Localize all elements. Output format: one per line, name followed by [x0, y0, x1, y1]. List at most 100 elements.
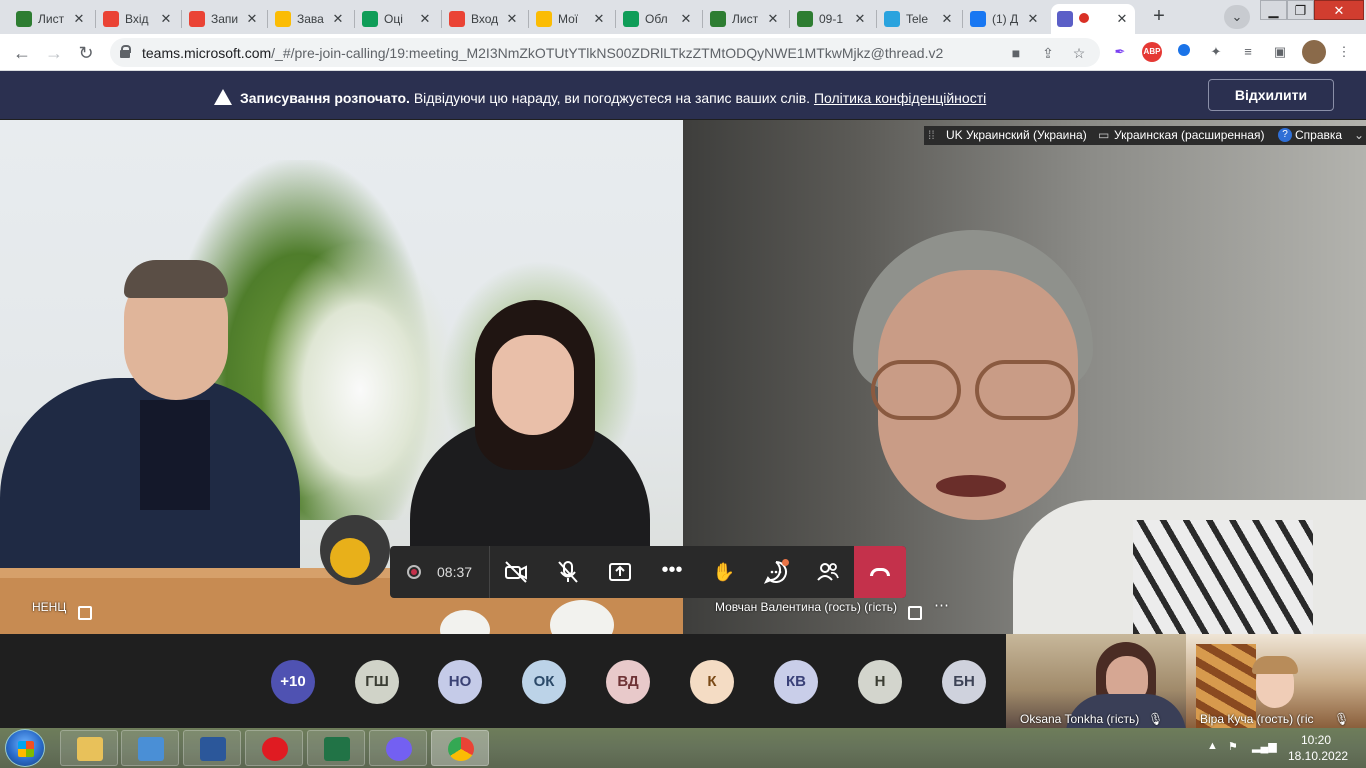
tab-search-button[interactable]: ⌄: [1224, 5, 1250, 29]
help-label[interactable]: Справка: [1295, 126, 1342, 145]
keyboard-layout[interactable]: Украинская (расширенная): [1114, 126, 1264, 145]
more-options-icon[interactable]: ⋯: [934, 596, 949, 614]
browser-tab[interactable]: Зава ✕: [269, 4, 351, 34]
divider: [489, 546, 490, 598]
close-tab-icon[interactable]: ✕: [505, 11, 519, 27]
browser-tab[interactable]: Обл ✕: [617, 4, 699, 34]
tile-name-nenc: НЕНЦ: [32, 600, 67, 614]
more-actions-button[interactable]: •••: [659, 559, 685, 585]
bookmark-star-icon[interactable]: ☆: [1070, 44, 1088, 62]
start-button[interactable]: [5, 729, 45, 767]
opera-taskbar-button[interactable]: [245, 730, 303, 766]
network-flag-icon[interactable]: ⚑: [1228, 740, 1238, 753]
facebook-icon: [970, 11, 986, 27]
close-tab-icon[interactable]: ✕: [940, 11, 954, 27]
system-clock[interactable]: 10:20 18.10.2022: [1288, 732, 1348, 764]
call-timer: 08:37: [437, 564, 473, 580]
participant-avatar[interactable]: БН: [942, 660, 986, 704]
pen-extension-icon[interactable]: ✒: [1110, 42, 1130, 62]
explorer-taskbar-button[interactable]: [60, 730, 118, 766]
browser-tab[interactable]: Вход ✕: [443, 4, 525, 34]
participant-avatar[interactable]: ГШ: [355, 660, 399, 704]
privacy-policy-link[interactable]: Політика конфіденційності: [814, 90, 986, 106]
browser-tab[interactable]: Tele ✕: [878, 4, 960, 34]
menu-kebab-icon[interactable]: ⋮: [1334, 42, 1354, 62]
raise-hand-button[interactable]: ✋: [711, 559, 737, 585]
browser-tab[interactable]: Вхід ✕: [97, 4, 179, 34]
browser-tab[interactable]: Оці ✕: [356, 4, 438, 34]
tab-separator: [876, 10, 877, 28]
thumbnail-vira[interactable]: Віра Куча (гость) (гіс 🎙: [1186, 634, 1366, 728]
browser-tab[interactable]: (1) Д ✕: [964, 4, 1046, 34]
close-tab-icon[interactable]: ✕: [331, 11, 345, 27]
contact-card-icon[interactable]: [78, 606, 92, 620]
lock-icon[interactable]: [120, 45, 131, 58]
tab-separator: [962, 10, 963, 28]
close-tab-icon[interactable]: ✕: [72, 11, 86, 27]
address-bar[interactable]: teams.microsoft.com/_#/pre-join-calling/…: [110, 38, 1100, 67]
browser-tab[interactable]: 09-1 ✕: [791, 4, 873, 34]
camera-blocked-icon[interactable]: ■: [1007, 44, 1025, 62]
gmail-icon: [449, 11, 465, 27]
langbar-menu-icon[interactable]: ⌄: [1354, 126, 1364, 145]
tile-name-movchan: Мовчан Валентина (гость) (гість): [715, 600, 897, 614]
close-tab-icon[interactable]: ✕: [853, 11, 867, 27]
participant-avatar[interactable]: КВ: [774, 660, 818, 704]
puzzle-icon[interactable]: ✦: [1206, 42, 1226, 62]
tab-separator: [267, 10, 268, 28]
chrome-taskbar-button[interactable]: [431, 730, 489, 766]
participant-avatar[interactable]: НО: [438, 660, 482, 704]
reading-list-icon[interactable]: ≡: [1238, 42, 1258, 62]
participant-avatar[interactable]: Н: [858, 660, 902, 704]
close-tab-icon[interactable]: ✕: [592, 11, 606, 27]
browser-tab[interactable]: Запи ✕: [183, 4, 265, 34]
share-screen-button[interactable]: [607, 559, 633, 585]
participant-avatar[interactable]: +10: [271, 660, 315, 704]
side-panel-icon[interactable]: ▣: [1270, 42, 1290, 62]
participants-button[interactable]: [815, 559, 841, 585]
participant-avatar[interactable]: ОК: [522, 660, 566, 704]
close-tab-icon[interactable]: ✕: [1115, 11, 1129, 27]
grip-icon[interactable]: ⁞⁞: [928, 126, 935, 145]
profile-avatar[interactable]: [1302, 40, 1326, 64]
close-window-button[interactable]: ✕: [1314, 0, 1364, 20]
close-tab-icon[interactable]: ✕: [766, 11, 780, 27]
viber-taskbar-button[interactable]: [369, 730, 427, 766]
input-language[interactable]: UK Украинский (Украина): [946, 126, 1087, 145]
browser-tab[interactable]: Лист ✕: [10, 4, 92, 34]
media-taskbar-button[interactable]: [121, 730, 179, 766]
browser-tab[interactable]: ✕: [1051, 4, 1135, 34]
thumbnail-name: Віра Куча (гость) (гіс: [1200, 712, 1314, 726]
participant-avatar[interactable]: ВД: [606, 660, 650, 704]
browser-tab[interactable]: Мої ✕: [530, 4, 612, 34]
contact-card-icon[interactable]: [908, 606, 922, 620]
close-tab-icon[interactable]: ✕: [1026, 11, 1040, 27]
opera-icon: [262, 737, 288, 761]
browser-tab[interactable]: Лист ✕: [704, 4, 786, 34]
adblock-icon[interactable]: ABP: [1142, 42, 1162, 62]
minimize-button[interactable]: ▁: [1260, 0, 1287, 20]
help-icon[interactable]: ?: [1278, 128, 1292, 142]
reload-button[interactable]: ↻: [73, 40, 99, 66]
close-tab-icon[interactable]: ✕: [245, 11, 259, 27]
close-tab-icon[interactable]: ✕: [418, 11, 432, 27]
thumbnail-oksana[interactable]: Oksana Tonkha (гість) 🎙: [1006, 634, 1186, 728]
excel-taskbar-button[interactable]: [307, 730, 365, 766]
maximize-button[interactable]: ❐: [1287, 0, 1314, 20]
tab-title: (1) Д: [992, 12, 1019, 26]
close-tab-icon[interactable]: ✕: [679, 11, 693, 27]
new-tab-button[interactable]: +: [1146, 6, 1172, 28]
tray-expand-icon[interactable]: ▲: [1207, 740, 1218, 752]
camera-off-button[interactable]: [503, 559, 529, 585]
dismiss-button[interactable]: Відхилити: [1208, 79, 1334, 111]
back-button[interactable]: ←: [9, 40, 35, 66]
leave-call-button[interactable]: [854, 546, 906, 598]
word-taskbar-button[interactable]: [183, 730, 241, 766]
forward-button[interactable]: →: [41, 40, 67, 66]
signal-icon[interactable]: ▂▄▆: [1252, 740, 1277, 753]
close-tab-icon[interactable]: ✕: [159, 11, 173, 27]
share-icon[interactable]: ⇪: [1039, 44, 1057, 62]
extension-circle-icon[interactable]: [1174, 42, 1194, 62]
mute-button[interactable]: [555, 559, 581, 585]
participant-avatar[interactable]: К: [690, 660, 734, 704]
